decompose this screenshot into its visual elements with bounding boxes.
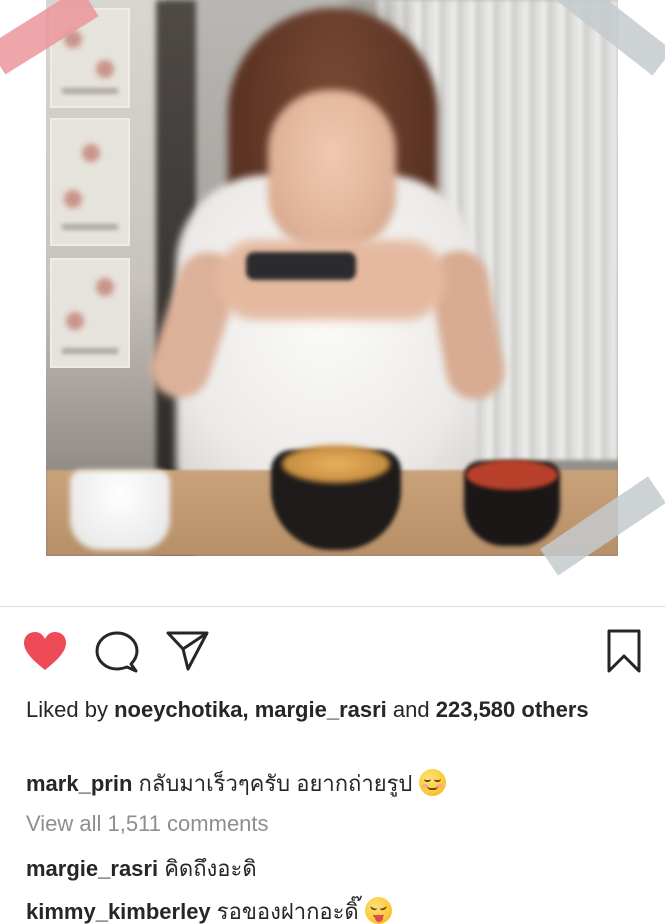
heart-filled-icon[interactable] [22,630,68,672]
liker-username[interactable]: noeychotika, [114,697,248,722]
tongue-out-wink-emoji-icon [364,897,392,924]
caption-text: กลับมาเร็วๆครับ อยากถ่ายรูป [138,771,413,796]
post-caption: mark_prin กลับมาเร็วๆครับ อยากถ่ายรูป [26,768,646,799]
photo-camera [246,252,356,280]
comment-username[interactable]: kimmy_kimberley [26,899,211,924]
comment-text: คิดถึงอะดิ [164,856,257,881]
likes-summary[interactable]: Liked by noeychotika, margie_rasri and 2… [26,694,646,725]
comment-item: margie_rasri คิดถึงอะดิ [26,853,646,884]
post-action-bar [0,618,665,688]
liker-username[interactable]: margie_rasri [255,697,387,722]
photo-food [282,445,390,483]
photo-soup [466,460,558,490]
comment-text: รอของฝากอะดิ๊ [216,899,359,924]
divider [0,606,665,607]
likes-others[interactable]: others [521,697,588,722]
likes-and: and [392,697,430,722]
comment-username[interactable]: margie_rasri [26,856,158,881]
comment-bubble-icon[interactable] [95,631,139,673]
post-photo[interactable] [46,0,618,556]
likes-count[interactable]: 223,580 [436,697,516,722]
photo-poster [50,118,130,246]
post-photo-area[interactable] [0,0,665,606]
paper-plane-icon[interactable] [166,630,210,672]
comment-item: kimmy_kimberley รอของฝากอะดิ๊ [26,896,646,924]
photo-face [268,90,396,250]
bookmark-icon[interactable] [606,628,642,674]
relieved-face-emoji-icon [418,769,446,796]
view-all-comments-link[interactable]: View all 1,511 comments [26,808,646,839]
caption-username[interactable]: mark_prin [26,771,132,796]
likes-prefix: Liked by [26,697,108,722]
photo-poster [50,258,130,368]
photo-cup [70,470,170,550]
